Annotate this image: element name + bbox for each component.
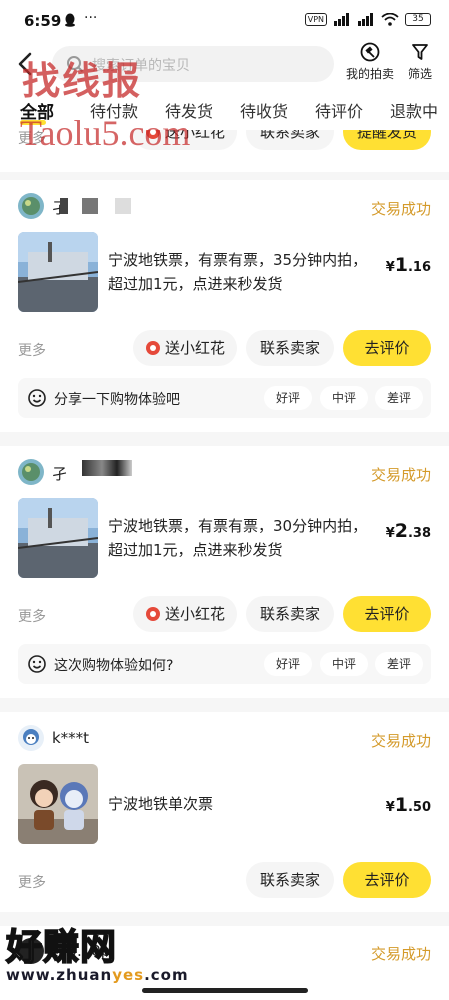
vpn-badge: VPN [304, 13, 327, 26]
flower-icon [145, 130, 160, 139]
wifi-icon [381, 13, 399, 26]
avatar[interactable] [18, 193, 44, 219]
contact-seller-button[interactable]: 联系卖家 [246, 330, 334, 366]
signal-icon [334, 13, 349, 26]
name-mask [60, 198, 68, 214]
status-time: 6:59 [24, 12, 62, 30]
seller-name[interactable]: k***t [52, 729, 89, 747]
order-status: 交易成功 [370, 200, 431, 218]
order-card-3: k***t 交易成功 宁波地铁单次票 ¥1.50 更多 联系卖家 去评价 [0, 712, 449, 912]
name-mask [82, 460, 132, 476]
tab-pending-review[interactable]: 待评价 [315, 98, 363, 122]
order-status: 交易成功 [370, 466, 431, 484]
flower-icon [145, 341, 160, 355]
seller-name[interactable]: tb0...0pl [52, 942, 114, 960]
order-card-2: 孑 交易成功 宁波地铁票，有票有票，30分钟内拍，超过加1元，点进来秒发货 ¥2… [0, 446, 449, 698]
bad-review-button[interactable]: 差评 [375, 652, 423, 676]
send-flower-button[interactable]: 送小红花 [133, 130, 237, 150]
review-prompt-text: 这次购物体验如何? [54, 658, 174, 674]
product-thumbnail[interactable] [18, 764, 98, 844]
send-flower-label: 送小红花 [164, 605, 225, 623]
active-tab-indicator [20, 120, 46, 125]
more-button[interactable]: 更多 [18, 606, 46, 626]
neutral-review-button[interactable]: 中评 [320, 652, 368, 676]
product-thumbnail[interactable] [18, 498, 98, 578]
tab-pending-receipt[interactable]: 待收货 [240, 98, 288, 122]
bad-review-button[interactable]: 差评 [375, 386, 423, 410]
contact-seller-button[interactable]: 联系卖家 [246, 596, 334, 632]
good-review-button[interactable]: 好评 [264, 386, 312, 410]
filter-label: 筛选 [407, 67, 432, 81]
status-bar: 6:59 ··· VPN 35 [0, 0, 449, 40]
good-review-button[interactable]: 好评 [264, 652, 312, 676]
order-status: 交易成功 [370, 732, 431, 750]
product-title[interactable]: 宁波地铁票，有票有票，35分钟内拍，超过加1元，点进来秒发货 [108, 248, 378, 296]
battery-icon: 35 [405, 13, 431, 26]
search-input[interactable]: 搜索订单的宝贝 [52, 46, 334, 82]
flower-icon [145, 607, 160, 621]
product-thumbnail[interactable] [18, 232, 98, 312]
review-prompt-text: 分享一下购物体验吧 [54, 392, 180, 408]
send-flower-label: 送小红花 [164, 130, 225, 141]
product-price: ¥1.50 [385, 794, 431, 816]
avatar[interactable] [18, 459, 44, 485]
review-prompt-bar: 分享一下购物体验吧 好评 中评 差评 [18, 378, 431, 418]
order-card-1: 孑 交易成功 宁波地铁票，有票有票，35分钟内拍，超过加1元，点进来秒发货 ¥1… [0, 180, 449, 432]
partial-order-card: 更多 送小红花 联系卖家 提醒发货 [0, 130, 449, 172]
avatar[interactable] [18, 725, 44, 751]
order-status: 交易成功 [370, 945, 431, 963]
review-button[interactable]: 去评价 [343, 330, 431, 366]
send-flower-button[interactable]: 送小红花 [133, 596, 237, 632]
my-auctions-label: 我的拍卖 [345, 67, 394, 81]
more-button[interactable]: 更多 [18, 130, 46, 148]
auction-hammer-icon [360, 42, 380, 62]
remind-shipment-button[interactable]: 提醒发货 [343, 130, 431, 150]
qq-icon [65, 13, 75, 27]
smiley-icon [28, 655, 46, 673]
product-price: ¥1.16 [385, 254, 431, 276]
send-flower-button[interactable]: 送小红花 [133, 330, 237, 366]
smiley-icon [28, 389, 46, 407]
home-indicator[interactable] [142, 988, 308, 993]
send-flower-label: 送小红花 [164, 339, 225, 357]
avatar[interactable] [18, 938, 44, 964]
status-icons: VPN 35 [304, 13, 431, 26]
review-prompt-bar: 这次购物体验如何? 好评 中评 差评 [18, 644, 431, 684]
search-icon [67, 56, 84, 73]
neutral-review-button[interactable]: 中评 [320, 386, 368, 410]
seller-name[interactable]: 孑 [52, 463, 67, 484]
tab-pending-shipment[interactable]: 待发货 [165, 98, 213, 122]
filter-icon [412, 44, 428, 60]
contact-seller-button[interactable]: 联系卖家 [246, 862, 334, 898]
contact-seller-button[interactable]: 联系卖家 [246, 130, 334, 150]
my-auctions-button[interactable]: 我的拍卖 [342, 42, 398, 86]
product-title[interactable]: 宁波地铁票，有票有票，30分钟内拍，超过加1元，点进来秒发货 [108, 514, 378, 562]
order-tabs: 全部 待付款 待发货 待收货 待评价 退款中 [0, 90, 449, 130]
review-button[interactable]: 去评价 [343, 596, 431, 632]
product-title[interactable]: 宁波地铁单次票 [108, 792, 378, 816]
product-price: ¥2.38 [385, 520, 431, 542]
search-placeholder: 搜索订单的宝贝 [92, 58, 190, 74]
filter-button[interactable]: 筛选 [392, 42, 448, 86]
tab-refunding[interactable]: 退款中 [390, 98, 438, 122]
name-mask [115, 198, 131, 214]
more-button[interactable]: 更多 [18, 872, 46, 892]
tab-pending-payment[interactable]: 待付款 [90, 98, 138, 122]
more-button[interactable]: 更多 [18, 340, 46, 360]
name-mask [82, 198, 98, 214]
review-button[interactable]: 去评价 [343, 862, 431, 898]
back-button[interactable] [14, 50, 38, 78]
header: 搜索订单的宝贝 我的拍卖 筛选 [0, 40, 449, 90]
status-more-icon: ··· [84, 10, 98, 26]
signal-icon-2 [358, 13, 373, 26]
